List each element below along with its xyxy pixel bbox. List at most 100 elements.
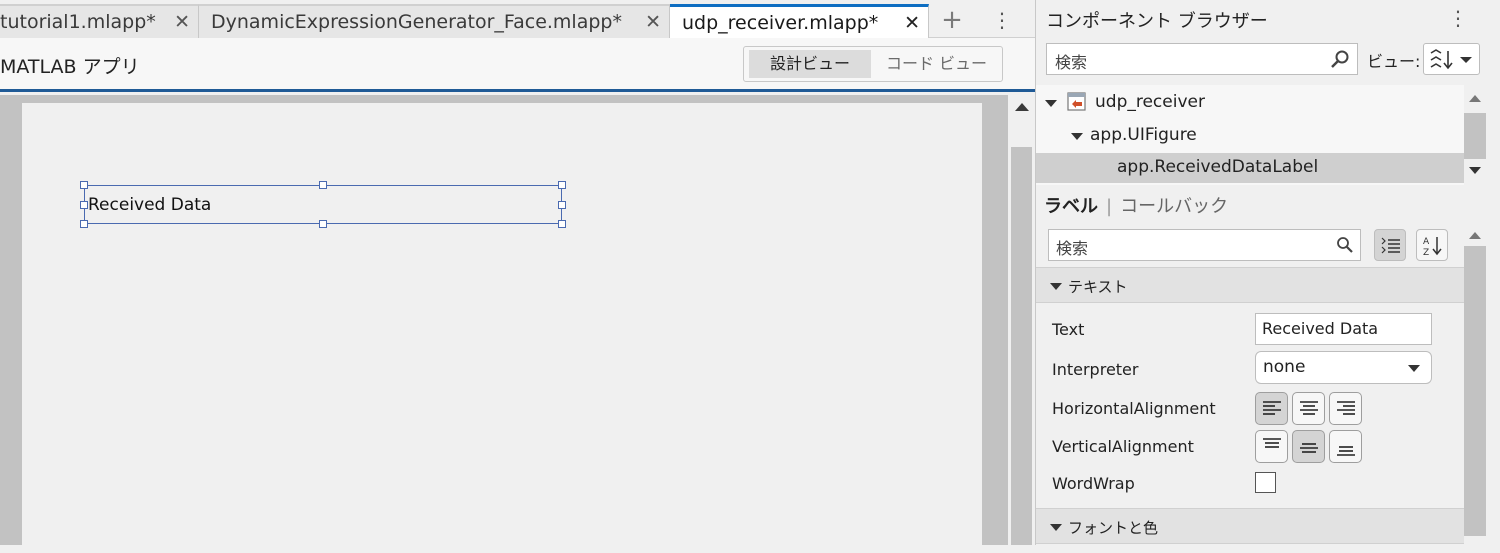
label-text: Received Data (88, 195, 212, 215)
tab-label: tutorial1.mlapp* (0, 11, 156, 33)
property-search-input[interactable]: 検索 (1048, 229, 1361, 261)
section-text-header[interactable]: テキスト (1036, 267, 1464, 303)
design-canvas: Received Data (0, 95, 1008, 553)
received-data-label[interactable]: Received Data (80, 181, 566, 228)
tab-label: udp_receiver.mlapp* (682, 12, 879, 34)
document-tabbar: tutorial1.mlapp* ✕ DynamicExpressionGene… (0, 0, 1035, 38)
designer-toolbar: MATLAB アプリ 設計ビュー コード ビュー (0, 38, 1035, 92)
resize-handle[interactable] (80, 201, 88, 209)
prop-label-interpreter: Interpreter (1052, 360, 1139, 379)
editor-pane: tutorial1.mlapp* ✕ DynamicExpressionGene… (0, 0, 1035, 553)
resize-handle[interactable] (558, 181, 566, 189)
resize-handle[interactable] (558, 201, 566, 209)
prop-label-vertical-alignment: VerticalAlignment (1052, 437, 1194, 456)
component-tree: udp_receiver app.UIFigure app.ReceivedDa… (1036, 85, 1464, 185)
add-tab-button[interactable]: + (935, 6, 969, 36)
scroll-up-icon[interactable] (1469, 232, 1481, 239)
search-icon (1331, 50, 1349, 68)
tree-node-label: app.ReceivedDataLabel (1117, 157, 1319, 177)
svg-text:Z: Z (1423, 248, 1429, 258)
align-left-button[interactable] (1255, 392, 1288, 425)
tree-node-udp-receiver[interactable]: udp_receiver (1036, 89, 1464, 117)
collapse-icon[interactable] (1050, 283, 1062, 290)
tab-tutorial1[interactable]: tutorial1.mlapp* ✕ (0, 4, 199, 38)
section-font-header[interactable]: フォントと色 (1036, 508, 1464, 544)
align-middle-icon (1300, 443, 1318, 453)
prop-label-horizontal-alignment: HorizontalAlignment (1052, 399, 1216, 418)
component-browser-title: コンポーネント ブラウザー (1046, 11, 1268, 32)
align-left-icon (1263, 401, 1281, 415)
align-center-button[interactable] (1292, 392, 1325, 425)
sort-alphabetical-button[interactable]: A Z (1416, 229, 1448, 261)
scroll-up-icon[interactable] (1469, 95, 1481, 102)
view-toggle: 設計ビュー コード ビュー (743, 46, 1003, 82)
ui-figure[interactable]: Received Data (22, 103, 982, 553)
code-view-button[interactable]: コード ビュー (874, 50, 999, 78)
collapse-icon[interactable] (1050, 524, 1062, 531)
tab-label: DynamicExpressionGenerator_Face.mlapp* (211, 11, 622, 33)
section-title: フォントと色 (1068, 519, 1159, 537)
chevron-down-icon (1460, 57, 1472, 63)
valign-bottom-button[interactable] (1329, 430, 1362, 463)
close-icon[interactable]: ✕ (904, 7, 920, 38)
inspector-scrollbar[interactable] (1464, 222, 1488, 545)
view-dropdown[interactable] (1423, 43, 1480, 75)
chevron-down-icon (1408, 365, 1420, 372)
interpreter-dropdown[interactable]: none (1255, 351, 1432, 384)
tree-node-label: udp_receiver (1095, 92, 1205, 112)
grouped-list-icon (1381, 237, 1400, 254)
scroll-up-icon[interactable] (1015, 103, 1029, 111)
align-top-icon (1263, 438, 1281, 448)
wordwrap-checkbox[interactable] (1255, 472, 1276, 493)
resize-handle[interactable] (319, 181, 327, 189)
group-view-button[interactable] (1374, 229, 1406, 261)
search-icon (1337, 237, 1353, 253)
component-search-input[interactable]: 検索 (1046, 43, 1358, 75)
tab-udp-receiver[interactable]: udp_receiver.mlapp* ✕ (670, 4, 929, 38)
resize-handle[interactable] (558, 220, 566, 228)
component-browser-panel: コンポーネント ブラウザー ⋮ 検索 ビュー: udp_receiver app… (1035, 0, 1500, 545)
align-right-icon (1337, 401, 1355, 415)
scroll-thumb[interactable] (1464, 113, 1486, 159)
text-value-field[interactable]: Received Data (1255, 313, 1432, 345)
collapse-icon[interactable] (1045, 100, 1057, 107)
inspector-tabs: ラベル | コールバック (1044, 192, 1228, 218)
search-placeholder: 検索 (1056, 239, 1089, 258)
collapse-icon[interactable] (1071, 133, 1083, 140)
tab-callbacks[interactable]: コールバック (1120, 196, 1228, 217)
tree-node-label: app.UIFigure (1090, 125, 1197, 145)
svg-text:A: A (1423, 237, 1430, 247)
view-label: ビュー: (1367, 52, 1421, 71)
search-placeholder: 検索 (1055, 53, 1088, 72)
text-value: Received Data (1262, 319, 1379, 338)
resize-handle[interactable] (319, 220, 327, 228)
tab-dynamic-expression[interactable]: DynamicExpressionGenerator_Face.mlapp* ✕ (199, 4, 670, 38)
hierarchy-sort-icon (1430, 49, 1453, 70)
scroll-thumb[interactable] (1464, 246, 1486, 536)
interpreter-value: none (1263, 357, 1306, 377)
more-options-icon[interactable]: ⋮ (990, 6, 1014, 36)
app-icon (1067, 92, 1086, 111)
resize-handle[interactable] (80, 181, 88, 189)
tree-node-uifigure[interactable]: app.UIFigure (1036, 122, 1464, 150)
section-title: テキスト (1068, 278, 1128, 296)
tree-node-received-data-label[interactable]: app.ReceivedDataLabel (1036, 153, 1464, 183)
app-title: MATLAB アプリ (0, 56, 140, 78)
scroll-thumb[interactable] (1011, 147, 1032, 545)
prop-label-text: Text (1052, 320, 1085, 339)
sort-az-icon: A Z (1423, 237, 1442, 258)
tab-separator: | (1106, 196, 1113, 217)
canvas-vertical-scrollbar[interactable] (1008, 95, 1035, 545)
tab-label-properties[interactable]: ラベル (1044, 196, 1098, 217)
tree-scrollbar[interactable] (1464, 85, 1488, 185)
valign-top-button[interactable] (1255, 430, 1288, 463)
design-view-button[interactable]: 設計ビュー (749, 50, 871, 78)
more-options-icon[interactable]: ⋮ (1448, 6, 1468, 30)
prop-label-wordwrap: WordWrap (1052, 474, 1135, 493)
close-icon[interactable]: ✕ (174, 6, 190, 38)
valign-center-button[interactable] (1292, 430, 1325, 463)
scroll-down-icon[interactable] (1469, 167, 1481, 174)
align-right-button[interactable] (1329, 392, 1362, 425)
resize-handle[interactable] (80, 220, 88, 228)
close-icon[interactable]: ✕ (645, 6, 661, 38)
